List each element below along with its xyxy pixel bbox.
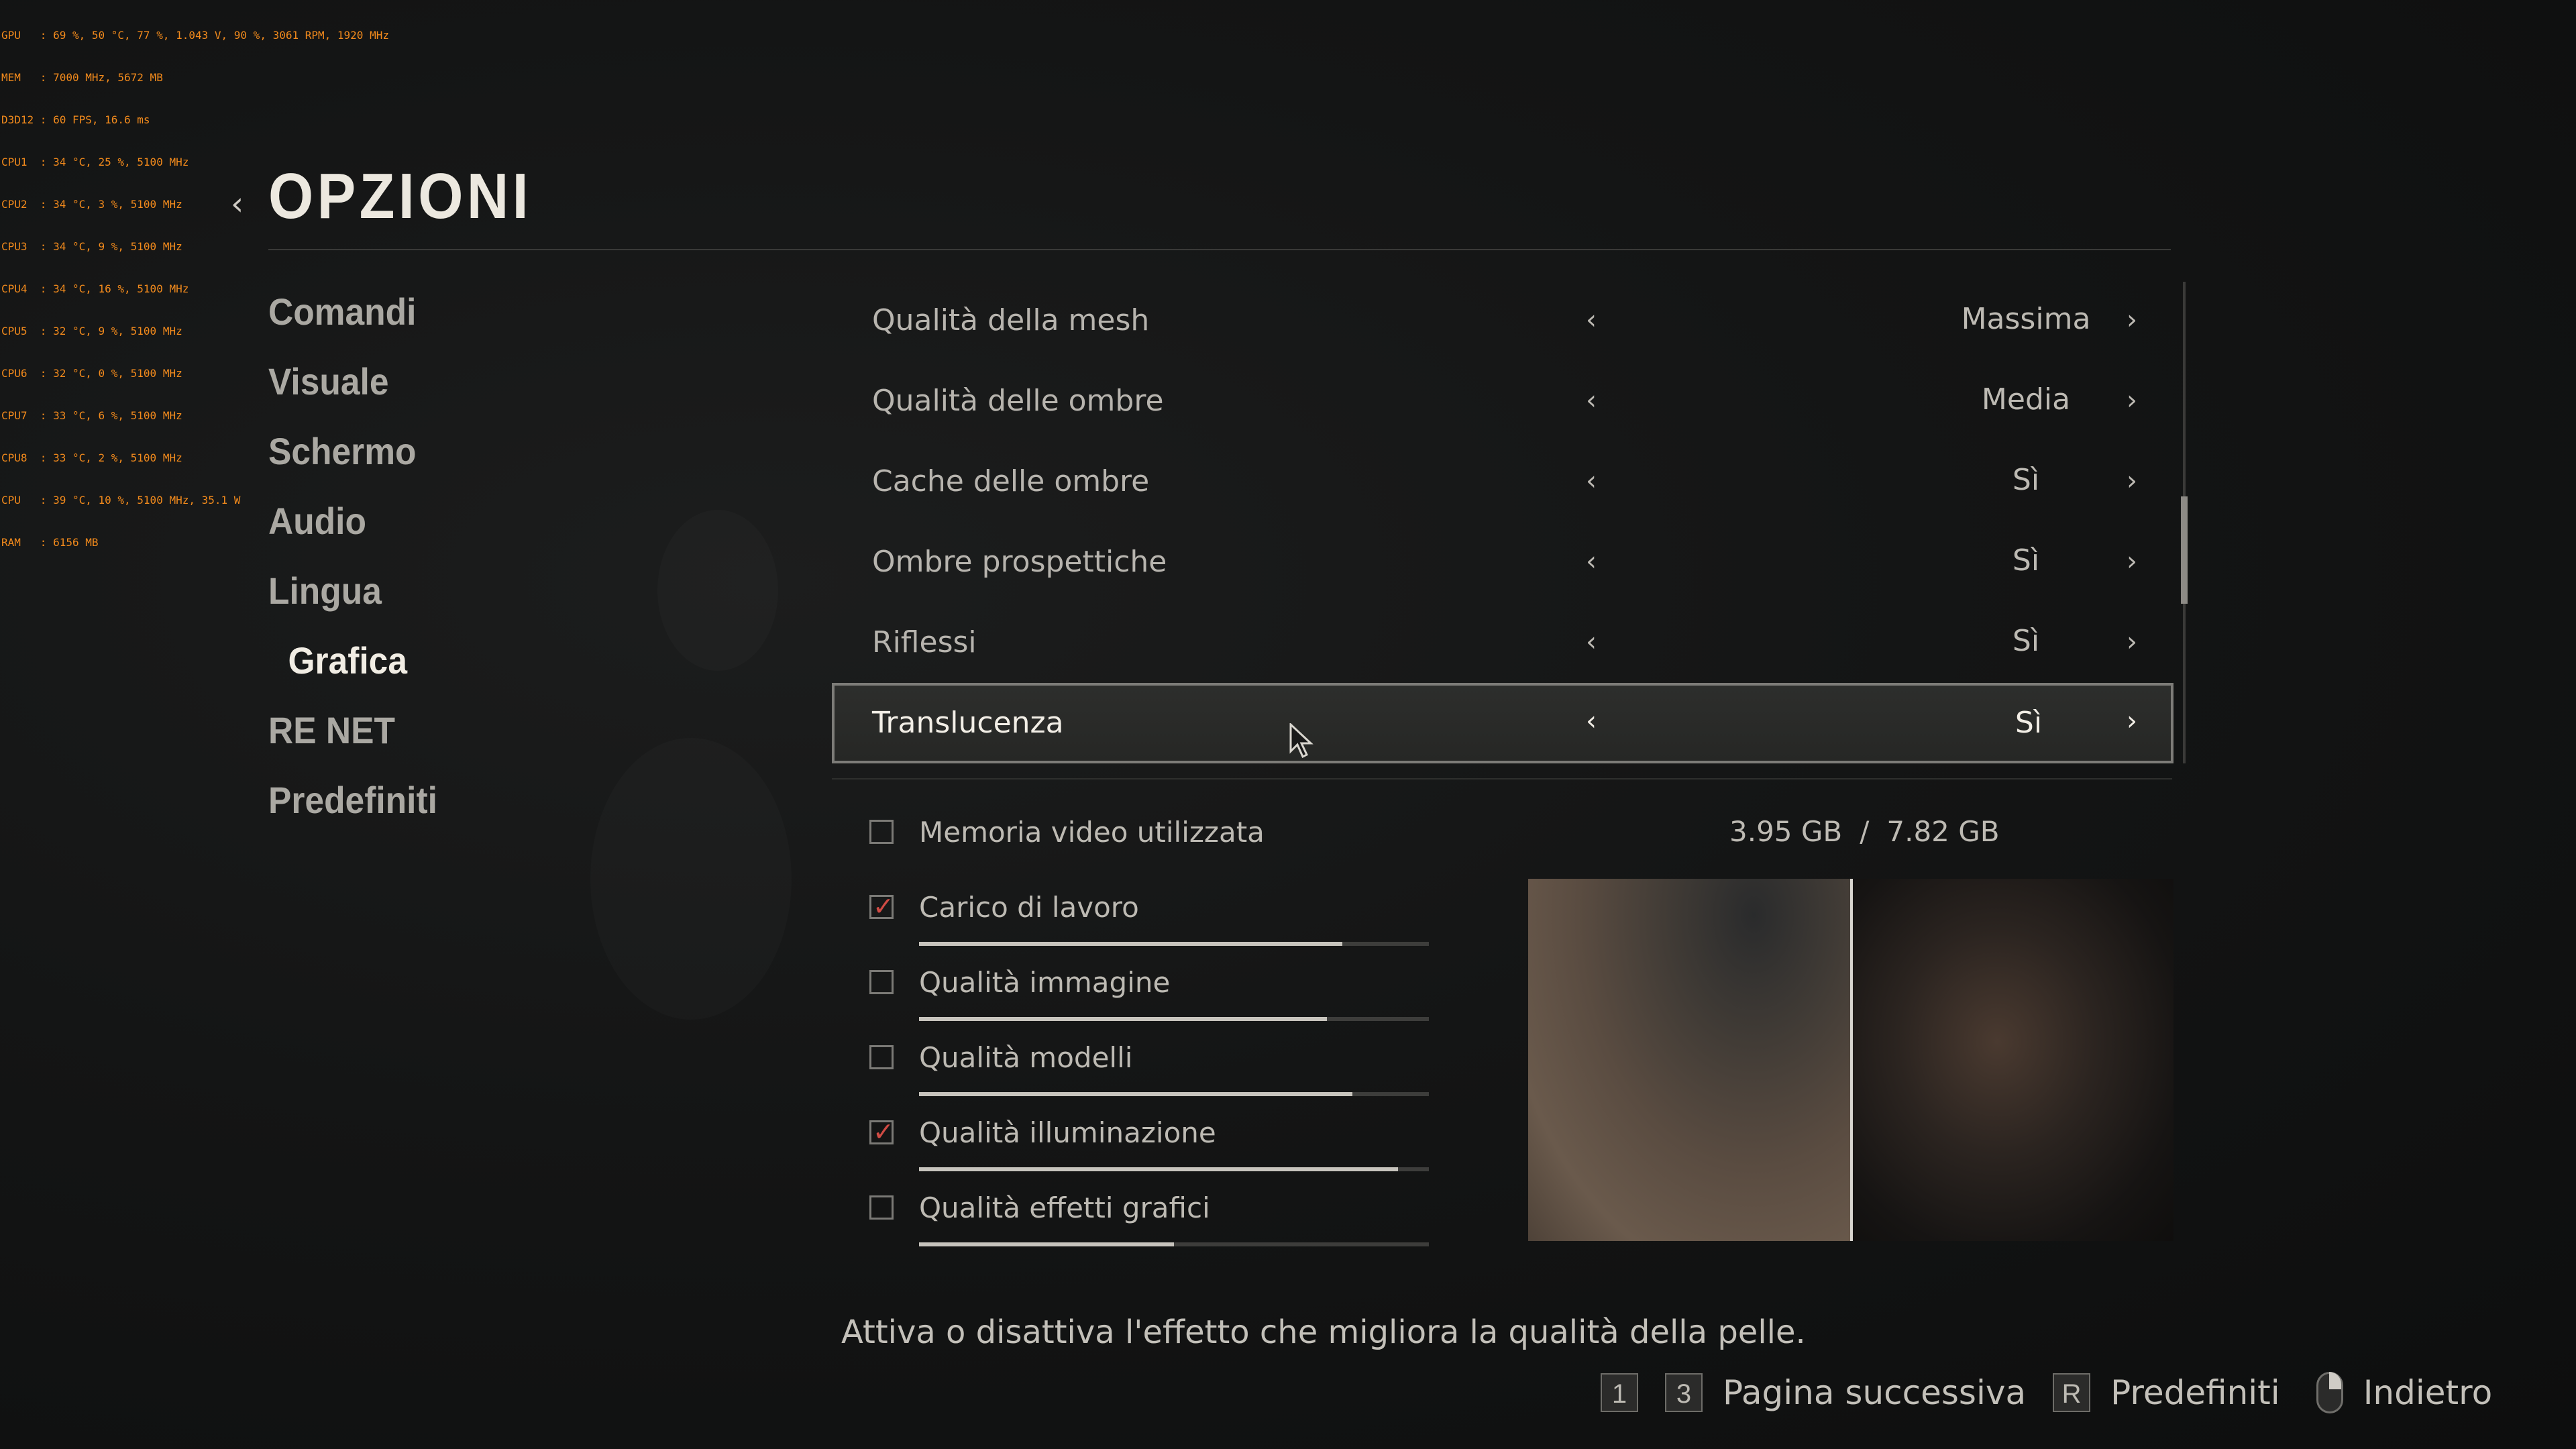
setting-row-translucency[interactable]: Translucenza ‹ Sì › [832, 683, 2174, 763]
graphics-settings-list: Qualità della mesh ‹ Massima › Qualità d… [832, 280, 2174, 763]
next-page-label[interactable]: Pagina successiva [1723, 1373, 2026, 1412]
checkbox[interactable] [869, 1045, 894, 1069]
mouse-icon [2316, 1372, 2343, 1413]
setting-label: Cache delle ombre [872, 464, 1150, 498]
overlay-line: MEM : 7000 MHz, 5672 MB [1, 71, 163, 84]
footer-controls: 1 3 Pagina successiva R Predefiniti Indi… [1601, 1371, 2519, 1414]
defaults-label[interactable]: Predefiniti [2110, 1373, 2280, 1412]
key-1-badge[interactable]: 1 [1601, 1373, 1638, 1412]
checkmark-icon: ✓ [873, 892, 894, 921]
metric-bar-fill [919, 942, 1342, 946]
checkbox[interactable] [869, 820, 894, 844]
setting-value: Massima [1961, 302, 2091, 336]
metric-bar-fill [919, 1017, 1327, 1021]
chevron-right-icon[interactable]: › [2127, 385, 2137, 416]
checkbox-checked[interactable]: ✓ [869, 1117, 894, 1146]
metric-bar-fill [919, 1167, 1399, 1171]
setting-label: Ombre prospettiche [872, 545, 1167, 579]
nav-item-audio[interactable]: Audio [268, 496, 437, 566]
section-divider [832, 778, 2172, 780]
metric-bar [919, 1242, 1429, 1246]
chevron-right-icon[interactable]: › [2127, 706, 2137, 737]
setting-label: Qualità della mesh [872, 303, 1150, 337]
checkmark-icon: ✓ [873, 1117, 894, 1146]
page-title: OPZIONI [268, 160, 533, 232]
chevron-left-icon[interactable]: ‹ [1586, 466, 1597, 496]
checkbox[interactable] [869, 1195, 894, 1220]
settings-scrollbar-thumb[interactable] [2181, 496, 2188, 604]
metric-bar [919, 1092, 1429, 1096]
setting-row-contact-shadows[interactable]: Ombre prospettiche ‹ Sì › [832, 522, 2172, 602]
title-divider [268, 249, 2171, 250]
nav-item-lingua[interactable]: Lingua [268, 566, 437, 636]
vram-usage: 3.95 GB / 7.82 GB [1729, 815, 2000, 848]
checkbox[interactable] [869, 970, 894, 994]
metric-label: Qualità immagine [919, 966, 1171, 999]
checkbox-checked[interactable]: ✓ [869, 892, 894, 921]
setting-value: Sì [2012, 624, 2040, 658]
preview-image [1528, 879, 2174, 1241]
setting-value: Media [1981, 382, 2071, 417]
setting-label: Translucenza [872, 706, 1064, 740]
chevron-right-icon[interactable]: › [2127, 627, 2137, 657]
back-label[interactable]: Indietro [2363, 1373, 2492, 1412]
setting-row-mesh-quality[interactable]: Qualità della mesh ‹ Massima › [832, 280, 2172, 361]
background-figure [590, 738, 792, 1020]
chevron-left-icon[interactable]: ‹ [1586, 305, 1597, 335]
setting-value: Sì [2012, 463, 2040, 497]
nav-item-re-net[interactable]: RE NET [268, 706, 437, 775]
nav-item-comandi[interactable]: Comandi [268, 287, 437, 357]
overlay-line: CPU3 : 34 °C, 9 %, 5100 MHz [1, 240, 182, 253]
metric-bar [919, 1167, 1429, 1171]
back-chevron-icon[interactable]: ‹ [231, 185, 244, 223]
chevron-left-icon[interactable]: ‹ [1586, 627, 1597, 657]
vram-separator: / [1860, 815, 1870, 848]
metric-label: Qualità illuminazione [919, 1116, 1216, 1149]
mouse-pointer-icon [1289, 723, 1313, 759]
nav-item-schermo[interactable]: Schermo [268, 427, 437, 496]
metric-bar [919, 1017, 1429, 1021]
nav-item-visuale[interactable]: Visuale [268, 357, 437, 427]
metric-label: Memoria video utilizzata [919, 816, 1265, 849]
options-nav: Comandi Visuale Schermo Audio Lingua Gra… [268, 287, 452, 845]
chevron-right-icon[interactable]: › [2127, 546, 2137, 577]
overlay-line: GPU : 69 %, 50 °C, 77 %, 1.043 V, 90 %, … [1, 29, 389, 42]
setting-value: Sì [2015, 706, 2043, 740]
setting-label: Riflessi [872, 625, 977, 659]
background-figure [657, 510, 778, 671]
chevron-left-icon[interactable]: ‹ [1586, 706, 1597, 737]
chevron-left-icon[interactable]: ‹ [1586, 546, 1597, 577]
nav-item-grafica[interactable]: Grafica [268, 636, 437, 706]
setting-row-shadow-cache[interactable]: Cache delle ombre ‹ Sì › [832, 441, 2172, 522]
key-r-badge[interactable]: R [2053, 1373, 2091, 1412]
key-3-badge[interactable]: 3 [1665, 1373, 1703, 1412]
metric-label: Qualità effetti grafici [919, 1191, 1210, 1224]
setting-value: Sì [2012, 543, 2040, 578]
metric-bar-fill [919, 1242, 1174, 1246]
setting-label: Qualità delle ombre [872, 384, 1164, 418]
metric-bar [919, 942, 1429, 946]
vram-total: 7.82 GB [1886, 815, 2000, 848]
metric-bar-fill [919, 1092, 1352, 1096]
overlay-line: D3D12 : 60 FPS, 16.6 ms [1, 113, 150, 126]
chevron-left-icon[interactable]: ‹ [1586, 385, 1597, 416]
setting-row-reflections[interactable]: Riflessi ‹ Sì › [832, 602, 2172, 683]
chevron-right-icon[interactable]: › [2127, 305, 2137, 335]
metric-label: Qualità modelli [919, 1041, 1133, 1074]
metric-label: Carico di lavoro [919, 891, 1139, 924]
vram-used: 3.95 GB [1729, 815, 1843, 848]
setting-description: Attiva o disattiva l'effetto che miglior… [841, 1313, 1806, 1351]
setting-row-shadow-quality[interactable]: Qualità delle ombre ‹ Media › [832, 361, 2172, 441]
nav-item-predefiniti[interactable]: Predefiniti [268, 775, 437, 845]
preview-portrait [1853, 879, 2174, 1241]
preview-closeup [1528, 879, 1850, 1241]
chevron-right-icon[interactable]: › [2127, 466, 2137, 496]
